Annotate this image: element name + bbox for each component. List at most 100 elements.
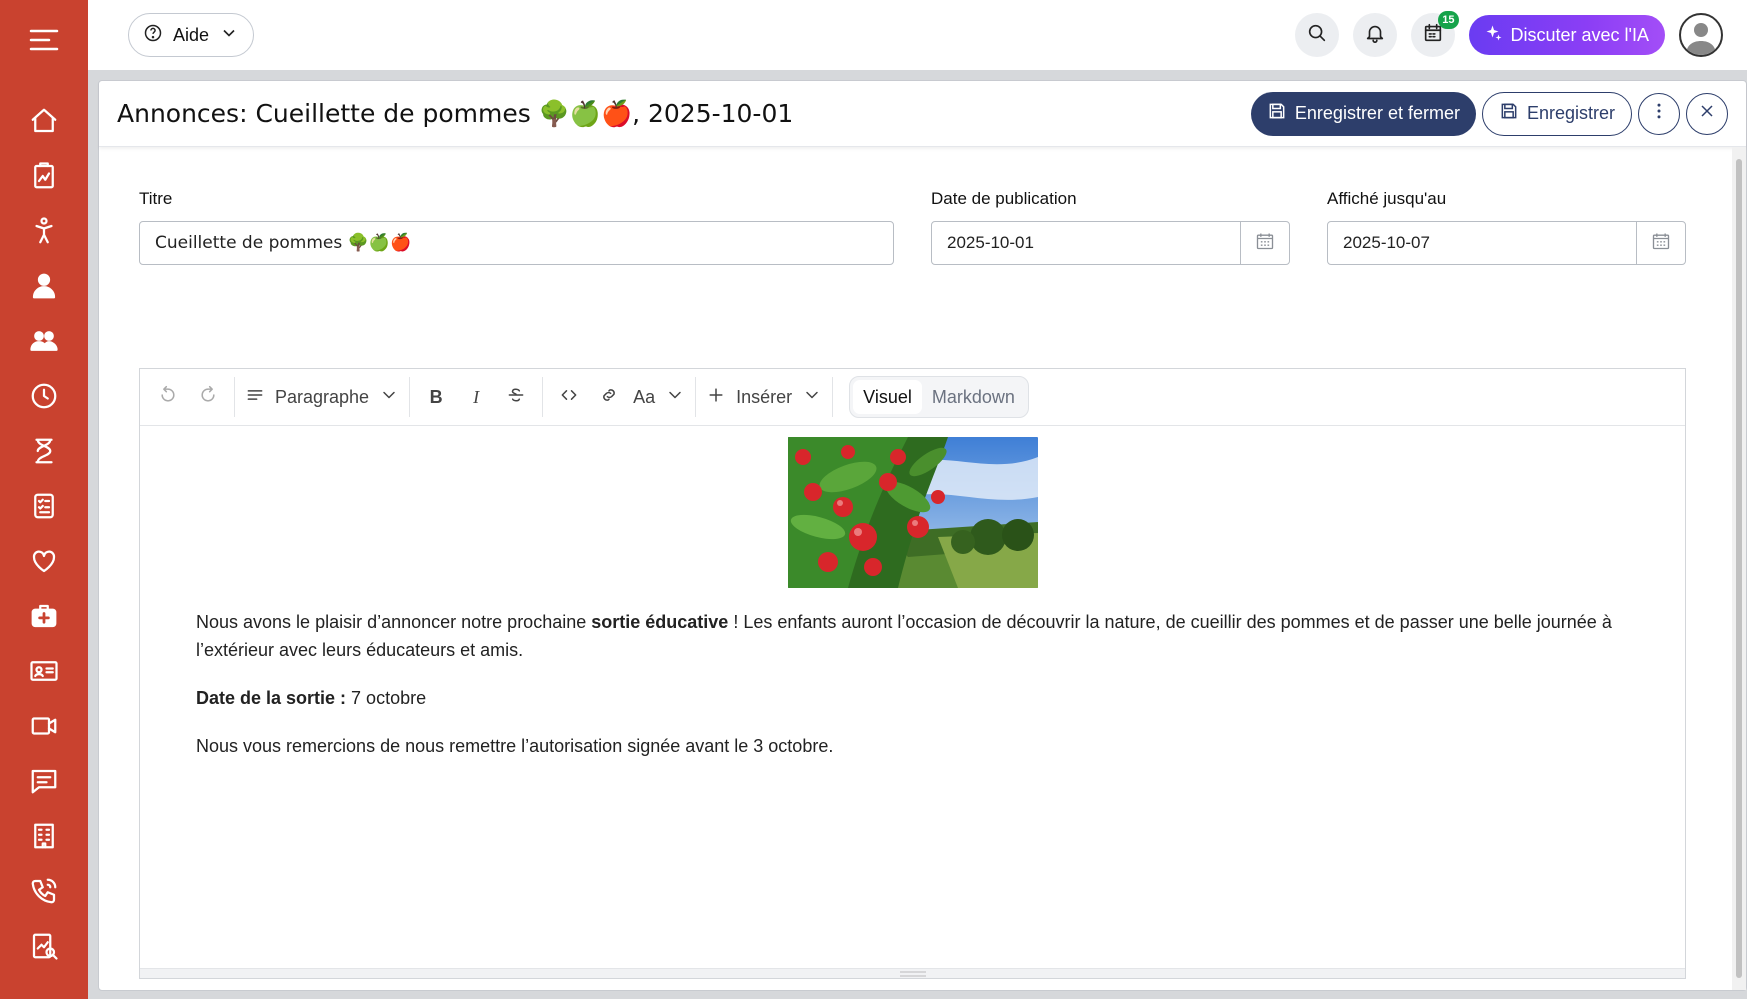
- search-icon: [1306, 22, 1328, 49]
- chevron-down-icon: [379, 385, 399, 410]
- sidebar-item-users[interactable]: [0, 316, 88, 371]
- chevron-down-icon: [802, 385, 822, 410]
- plus-icon: [706, 385, 726, 410]
- chevron-down-icon: [665, 385, 685, 410]
- display-until-value[interactable]: 2025-10-07: [1328, 222, 1636, 264]
- calendar-button[interactable]: 15: [1410, 11, 1459, 57]
- sidebar-item-health[interactable]: [0, 536, 88, 591]
- sidebar-item-phone[interactable]: [0, 866, 88, 921]
- checklist-icon: [29, 491, 59, 526]
- users-icon: [29, 326, 59, 361]
- sidebar-item-home[interactable]: [0, 96, 88, 151]
- publish-date-field[interactable]: 2025-10-01: [931, 221, 1290, 265]
- display-until-picker-button[interactable]: [1636, 222, 1685, 264]
- editor-toolbar: Paragraphe B I Aa Insérer Visuel Markdow…: [140, 369, 1685, 426]
- medical-kit-icon: [29, 601, 59, 636]
- chevron-down-icon: [219, 23, 239, 48]
- calendar-badge: 15: [1438, 11, 1459, 29]
- font-size-dropdown[interactable]: Aa: [629, 377, 689, 417]
- floppy-icon: [1499, 101, 1519, 126]
- phone-icon: [29, 876, 59, 911]
- insert-label: Insérer: [736, 386, 793, 407]
- date-bold-text: Date de la sortie :: [196, 688, 347, 708]
- editor-resize-handle[interactable]: [140, 968, 1685, 978]
- title-label: Titre: [139, 189, 173, 208]
- avatar[interactable]: [1679, 13, 1723, 57]
- card-scrollbar[interactable]: [1732, 147, 1746, 990]
- announcement-editor-card: Annonces: Cueillette de pommes 🌳🍏🍎, 2025…: [98, 80, 1747, 991]
- sidebar-item-time[interactable]: [0, 371, 88, 426]
- strikethrough-icon: [506, 385, 526, 410]
- child-icon: [29, 216, 59, 251]
- toolbar-divider: [234, 377, 235, 417]
- editor-mode-toggle: Visuel Markdown: [849, 376, 1029, 418]
- home-icon: [29, 106, 59, 141]
- sidebar-item-waiting[interactable]: [0, 426, 88, 481]
- sidebar-item-children[interactable]: [0, 206, 88, 261]
- floppy-icon: [1267, 101, 1287, 126]
- code-button[interactable]: [549, 377, 589, 417]
- close-icon: [1697, 101, 1717, 126]
- paragraph-intro: Nous avons le plaisir d’annoncer notre p…: [196, 608, 1629, 664]
- toolbar-divider: [542, 377, 544, 417]
- notifications-button[interactable]: [1352, 13, 1397, 57]
- redo-button[interactable]: [188, 377, 228, 417]
- publish-date-label: Date de publication: [931, 189, 1077, 208]
- scrollbar-thumb[interactable]: [1736, 159, 1742, 978]
- toolbar-divider: [695, 377, 697, 417]
- font-size-label: Aa: [633, 386, 656, 407]
- save-and-close-label: Enregistrer et fermer: [1294, 103, 1460, 123]
- sidebar-item-analytics[interactable]: [0, 921, 88, 976]
- page-title: Annonces: Cueillette de pommes 🌳🍏🍎, 2025…: [117, 98, 794, 128]
- toolbar-divider: [832, 377, 834, 417]
- display-until-field[interactable]: 2025-10-07: [1327, 221, 1686, 265]
- save-button[interactable]: Enregistrer: [1481, 91, 1632, 136]
- save-and-close-button[interactable]: Enregistrer et fermer: [1250, 91, 1476, 136]
- more-options-button[interactable]: [1638, 92, 1680, 135]
- mode-visual-tab[interactable]: Visuel: [853, 380, 922, 414]
- clock-icon: [29, 381, 59, 416]
- display-until-label: Affiché jusqu'au: [1327, 189, 1447, 208]
- publish-date-picker-button[interactable]: [1240, 222, 1289, 264]
- italic-button[interactable]: I: [456, 377, 496, 417]
- intro-bold-text: sortie éducative: [591, 612, 729, 632]
- link-button[interactable]: [589, 377, 629, 417]
- paragraph-style-dropdown[interactable]: Paragraphe: [241, 377, 403, 417]
- paragraph-authorization: Nous vous remercions de nous remettre l’…: [196, 736, 834, 756]
- save-label: Enregistrer: [1526, 103, 1615, 123]
- editor-content[interactable]: Nous avons le plaisir d’annoncer notre p…: [140, 427, 1685, 968]
- calendar-icon: [1651, 231, 1671, 256]
- sparkle-icon: [1485, 24, 1503, 47]
- id-card-icon: [29, 656, 59, 691]
- question-circle-icon: [143, 23, 163, 48]
- sidebar-item-reports[interactable]: [0, 151, 88, 206]
- insert-dropdown[interactable]: Insérer: [702, 377, 826, 417]
- paragraph-style-label: Paragraphe: [275, 386, 370, 407]
- calendar-icon: [1255, 231, 1275, 256]
- ai-chat-button[interactable]: Discuter avec l'IA: [1468, 15, 1665, 55]
- close-button[interactable]: [1686, 92, 1728, 135]
- sidebar-item-messages[interactable]: [0, 756, 88, 811]
- mode-markdown-tab[interactable]: Markdown: [922, 380, 1025, 414]
- sidebar-item-building[interactable]: [0, 811, 88, 866]
- bold-button[interactable]: B: [416, 377, 456, 417]
- search-button[interactable]: [1294, 13, 1339, 57]
- hourglass-icon: [29, 436, 59, 471]
- sidebar-item-checklist[interactable]: [0, 481, 88, 536]
- report-search-icon: [29, 931, 59, 966]
- title-input[interactable]: Cueillette de pommes 🌳🍏🍎: [139, 221, 894, 265]
- publish-date-value[interactable]: 2025-10-01: [932, 222, 1240, 264]
- rich-text-editor: Paragraphe B I Aa Insérer Visuel Markdow…: [139, 368, 1686, 979]
- sidebar-item-directory[interactable]: [0, 646, 88, 701]
- help-button[interactable]: Aide: [128, 13, 255, 57]
- sidebar-item-medical[interactable]: [0, 591, 88, 646]
- link-icon: [599, 385, 619, 410]
- kebab-menu-icon: [1649, 101, 1669, 126]
- top-bar: Aide 15 Discuter avec l'IA: [88, 0, 1747, 70]
- sidebar-item-video[interactable]: [0, 701, 88, 756]
- sidebar-item-user[interactable]: [0, 261, 88, 316]
- hamburger-icon[interactable]: [26, 22, 62, 58]
- bell-icon: [1364, 22, 1386, 49]
- undo-button[interactable]: [148, 377, 188, 417]
- strikethrough-button[interactable]: [496, 377, 536, 417]
